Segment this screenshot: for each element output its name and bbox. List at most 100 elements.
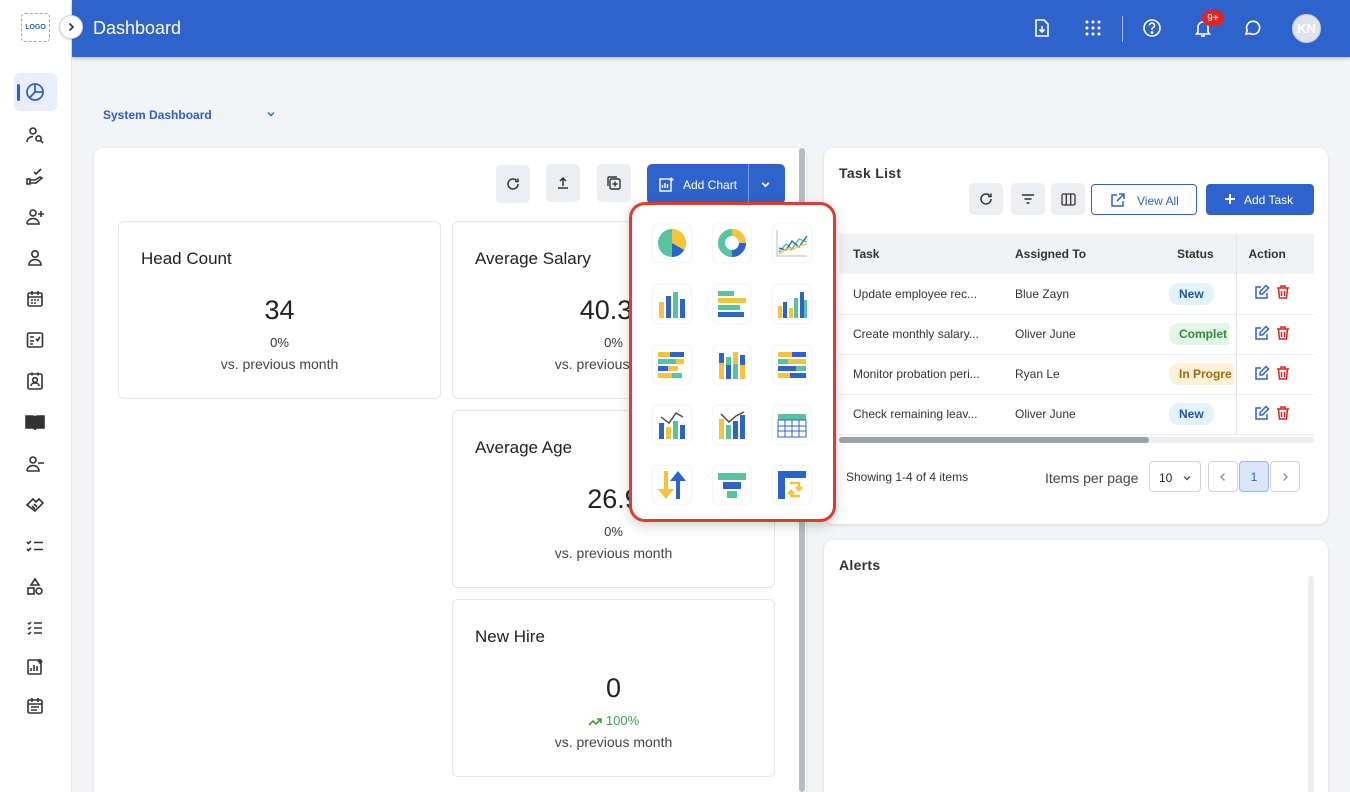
stat-percent: 0% <box>270 335 289 350</box>
column-header-status[interactable]: Status <box>1163 234 1236 274</box>
table-row[interactable]: Check remaining leav... Oliver June New <box>839 394 1314 435</box>
button-split <box>748 164 749 204</box>
chevron-right-icon <box>1282 472 1289 481</box>
plus-icon <box>1225 194 1235 204</box>
stat-title: Average Salary <box>475 249 591 268</box>
logo: LOGO <box>21 13 50 42</box>
stacked-bar-100-icon[interactable] <box>773 346 811 384</box>
add-person-icon[interactable] <box>23 205 47 229</box>
duplicate-button[interactable] <box>597 164 631 202</box>
checklist-doc-icon[interactable] <box>23 328 47 352</box>
stat-percent: 100% <box>453 713 774 728</box>
refresh-button[interactable] <box>496 165 530 203</box>
edit-icon[interactable] <box>1254 284 1270 300</box>
stat-percent-value: 100% <box>605 713 640 728</box>
trash-icon[interactable] <box>1276 365 1290 381</box>
trash-icon[interactable] <box>1276 405 1290 421</box>
view-all-button[interactable]: View All <box>1091 184 1197 215</box>
sort-arrows-icon[interactable] <box>653 466 691 504</box>
chart-type-menu <box>629 202 836 522</box>
page-title: Dashboard <box>93 18 182 38</box>
shapes-icon[interactable] <box>23 575 47 599</box>
download-doc-icon[interactable] <box>1030 16 1054 40</box>
table-horizontal-scrollbar[interactable] <box>839 437 1314 443</box>
chevron-left-icon <box>1219 472 1226 481</box>
avatar[interactable]: KN <box>1292 14 1321 43</box>
chat-icon[interactable] <box>1241 16 1265 40</box>
clustered-column-icon[interactable] <box>773 285 811 323</box>
items-per-page-select[interactable]: 10 <box>1149 461 1201 492</box>
task-columns-button[interactable] <box>1051 183 1085 215</box>
prev-page-button[interactable] <box>1208 461 1238 492</box>
open-external-icon <box>1111 193 1125 207</box>
chart-add-icon[interactable] <box>23 655 47 679</box>
chevron-down-icon[interactable] <box>760 179 771 190</box>
column-header-assigned[interactable]: Assigned To <box>1001 234 1163 274</box>
stat-title: Average Age <box>475 438 573 457</box>
stat-card-head-count: Head Count 34 0% vs. previous month <box>118 221 441 399</box>
next-page-button[interactable] <box>1270 461 1300 492</box>
donut-chart-icon[interactable] <box>713 224 751 262</box>
help-icon[interactable] <box>1140 16 1164 40</box>
schedule-icon[interactable] <box>23 694 47 718</box>
stacked-column-icon[interactable] <box>713 346 751 384</box>
contact-card-icon[interactable] <box>23 369 47 393</box>
status-badge: In Progre <box>1169 363 1234 385</box>
line-chart-icon[interactable] <box>773 224 811 262</box>
pie-chart-icon[interactable] <box>653 224 691 262</box>
column-chart-icon[interactable] <box>653 285 691 323</box>
table-chart-icon[interactable] <box>773 406 811 444</box>
pivot-table-icon[interactable] <box>773 466 811 504</box>
dashboard-icon[interactable] <box>23 80 47 104</box>
edit-icon[interactable] <box>1254 364 1270 381</box>
bar-chart-icon[interactable] <box>713 285 751 323</box>
calendar-icon[interactable] <box>23 287 47 311</box>
status-badge: Complet <box>1169 323 1229 345</box>
table-row[interactable]: Update employee rec... Blue Zayn New <box>839 274 1314 315</box>
alerts-scrollbar[interactable] <box>1308 576 1314 792</box>
upload-icon <box>558 176 568 189</box>
task-list-panel: Task List View All Add Task Task Assigne… <box>824 148 1328 524</box>
list-check-icon[interactable] <box>23 616 47 640</box>
employee-search-icon[interactable] <box>23 123 47 147</box>
funnel-chart-icon[interactable] <box>713 466 751 504</box>
stacked-bar-icon[interactable] <box>653 346 691 384</box>
chevron-down-icon[interactable] <box>266 109 276 119</box>
trash-icon[interactable] <box>1276 284 1290 300</box>
apps-grid-icon[interactable] <box>1081 16 1105 40</box>
edit-icon[interactable] <box>1254 324 1270 341</box>
scrollbar-thumb[interactable] <box>839 437 1149 443</box>
combo-chart-icon[interactable] <box>653 406 691 444</box>
task-refresh-button[interactable] <box>969 183 1003 215</box>
task-assignee: Oliver June <box>1001 314 1163 355</box>
column-header-task[interactable]: Task <box>839 234 1001 274</box>
status-badge: New <box>1169 282 1214 305</box>
dashboard-selector[interactable]: System Dashboard <box>103 108 212 122</box>
remove-person-icon[interactable] <box>23 452 47 476</box>
sidebar: LOGO <box>0 0 72 792</box>
edit-icon[interactable] <box>1254 404 1270 421</box>
onboarding-icon[interactable] <box>23 164 47 188</box>
refresh-icon <box>980 193 992 205</box>
header-divider <box>1122 16 1123 42</box>
add-task-button[interactable]: Add Task <box>1206 184 1314 215</box>
stat-title: Head Count <box>141 249 232 268</box>
sidebar-expand-button[interactable] <box>59 15 83 39</box>
trash-icon[interactable] <box>1276 325 1290 341</box>
task-assignee: Ryan Le <box>1001 354 1163 395</box>
table-row[interactable]: Create monthly salary... Oliver June Com… <box>839 314 1314 355</box>
page-button-1[interactable]: 1 <box>1239 461 1269 492</box>
person-icon[interactable] <box>23 246 47 270</box>
add-chart-button[interactable]: Add Chart <box>647 164 785 204</box>
combo-line-column-icon[interactable] <box>713 406 751 444</box>
task-name: Create monthly salary... <box>839 314 1001 355</box>
alerts-title: Alerts <box>839 557 881 573</box>
task-filter-button[interactable] <box>1011 183 1045 215</box>
task-list-icon[interactable] <box>23 534 47 558</box>
stat-card-new-hire: New Hire 0 100% vs. previous month <box>452 599 775 777</box>
export-button[interactable] <box>546 164 580 202</box>
book-icon[interactable] <box>23 411 47 435</box>
status-badge: New <box>1169 403 1214 425</box>
table-row[interactable]: Monitor probation peri... Ryan Le In Pro… <box>839 354 1314 395</box>
handshake-icon[interactable] <box>23 493 47 517</box>
